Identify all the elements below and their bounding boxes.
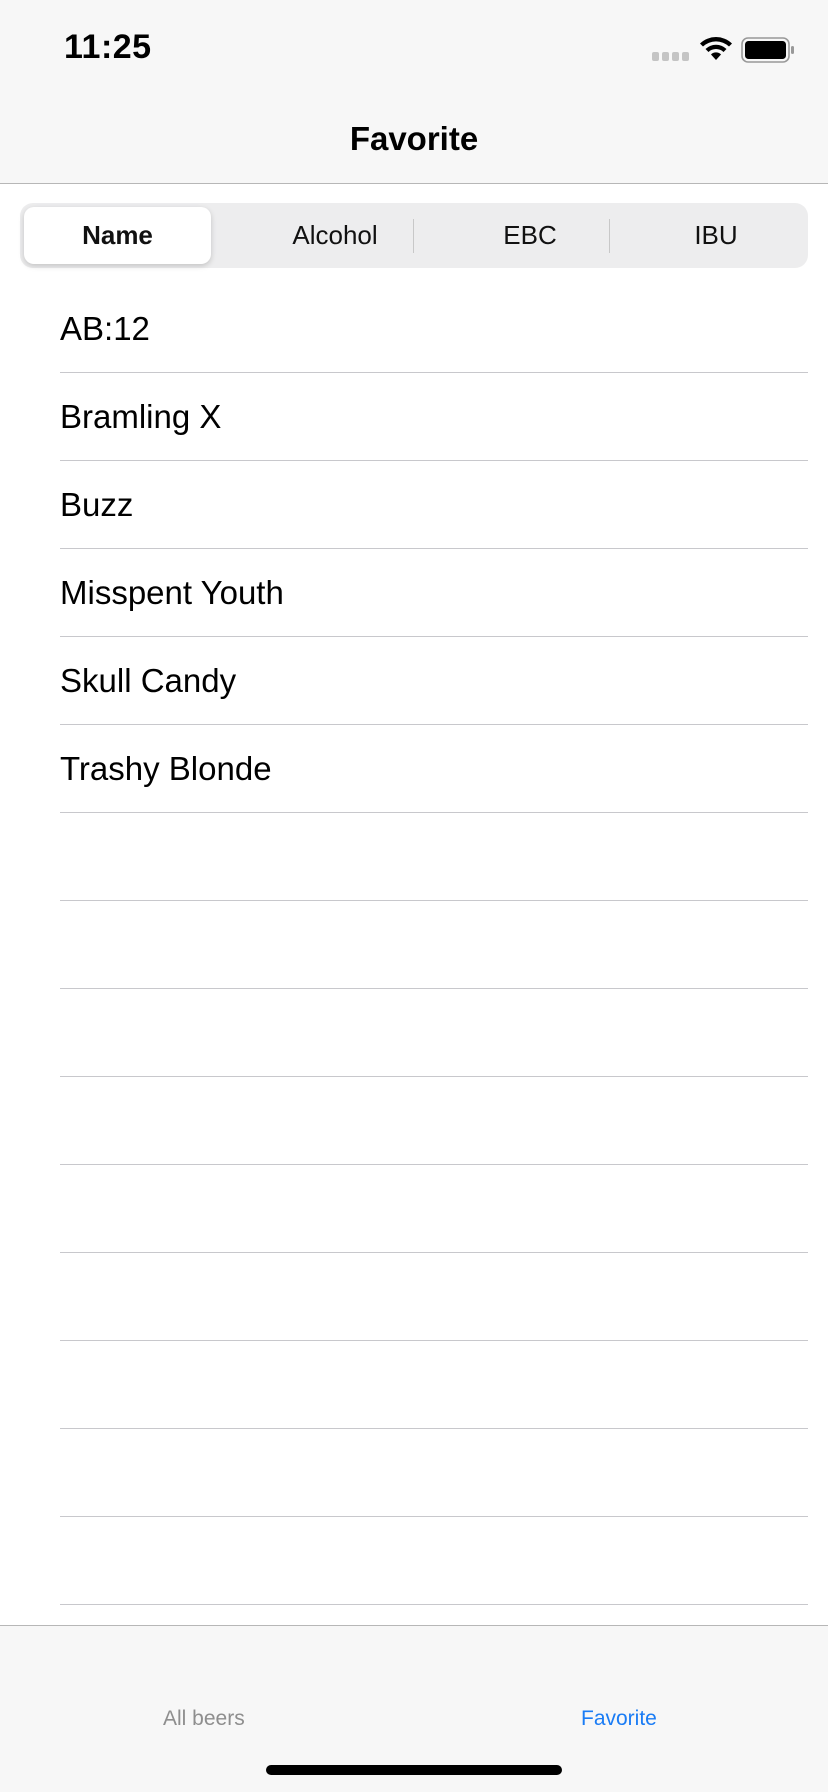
page-title: Favorite: [349, 120, 479, 157]
beer-name: Misspent Youth: [60, 574, 284, 611]
list-item[interactable]: Buzz: [0, 461, 828, 549]
segment-divider: [413, 219, 414, 253]
battery-icon: [741, 37, 794, 63]
home-indicator[interactable]: [266, 1765, 562, 1775]
empty-row: [0, 1429, 828, 1517]
list-item[interactable]: Misspent Youth: [0, 549, 828, 637]
beer-name: Skull Candy: [60, 662, 237, 699]
segment-ibu[interactable]: IBU: [628, 207, 804, 264]
sort-segmented-control[interactable]: Name Alcohol EBC IBU: [20, 203, 808, 268]
navigation-bar: Favorite: [0, 100, 828, 184]
segment-divider: [609, 219, 610, 253]
beer-name: AB:12: [60, 310, 150, 347]
wifi-icon: [700, 37, 732, 60]
list-item[interactable]: Skull Candy: [0, 637, 828, 725]
empty-row: [0, 1517, 828, 1605]
empty-row: [0, 989, 828, 1077]
empty-row: [0, 1341, 828, 1429]
beer-name: Buzz: [60, 486, 134, 523]
row-separator: [60, 1604, 808, 1605]
empty-row: [0, 1077, 828, 1165]
cellular-signal-icon: [652, 52, 690, 62]
empty-row: [0, 901, 828, 989]
list-item[interactable]: AB:12: [0, 285, 828, 373]
empty-row: [0, 1165, 828, 1253]
tab-all-beers[interactable]: All beers: [163, 1707, 245, 1731]
beer-list: AB:12 Bramling X Buzz Misspent Youth Sku…: [0, 285, 828, 1605]
empty-row: [0, 1253, 828, 1341]
segment-alcohol[interactable]: Alcohol: [238, 207, 432, 264]
status-bar: 11:25: [0, 0, 828, 100]
status-time: 11:25: [64, 28, 152, 66]
segment-name[interactable]: Name: [24, 207, 211, 264]
empty-row: [0, 813, 828, 901]
list-item[interactable]: Trashy Blonde: [0, 725, 828, 813]
tab-favorite[interactable]: Favorite: [581, 1707, 657, 1731]
list-item[interactable]: Bramling X: [0, 373, 828, 461]
beer-name: Trashy Blonde: [60, 750, 272, 787]
segment-ebc[interactable]: EBC: [432, 207, 628, 264]
beer-name: Bramling X: [60, 398, 222, 435]
